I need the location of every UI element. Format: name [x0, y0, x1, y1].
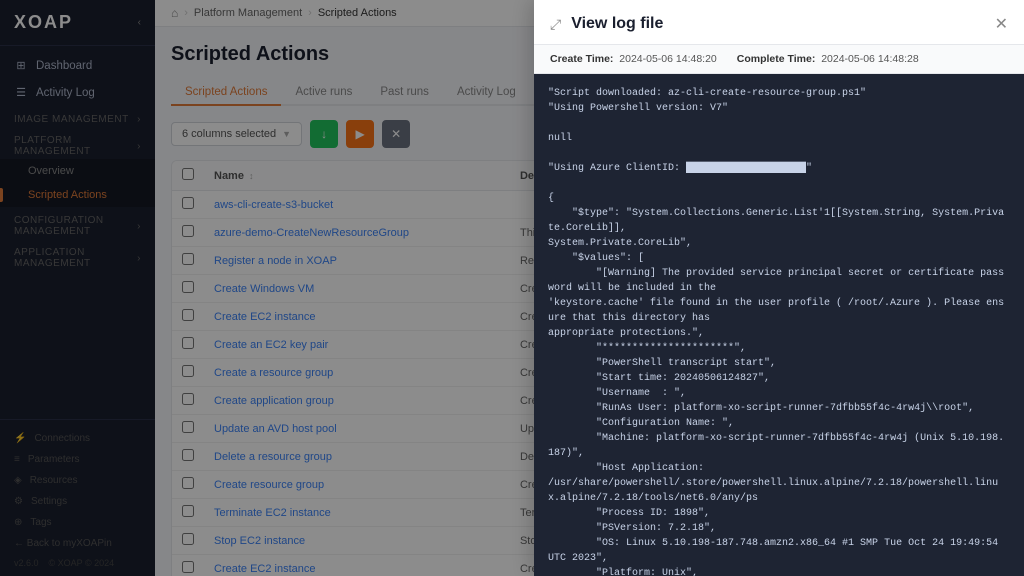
complete-time-value: 2024-05-06 14:48:28 — [821, 53, 919, 65]
complete-time-label-text: Complete Time: — [737, 53, 816, 65]
log-meta: Create Time: 2024-05-06 14:48:20 Complet… — [534, 45, 1024, 74]
log-panel: ⤢ View log file ✕ Create Time: 2024-05-0… — [534, 0, 1024, 576]
complete-time-label: Complete Time: 2024-05-06 14:48:28 — [737, 53, 919, 65]
expand-icon[interactable]: ⤢ — [550, 16, 561, 33]
overlay[interactable]: ⤢ View log file ✕ Create Time: 2024-05-0… — [0, 0, 1024, 576]
log-text: "Script downloaded: az-cli-create-resour… — [548, 86, 1010, 576]
close-icon[interactable]: ✕ — [995, 14, 1008, 34]
log-panel-header: ⤢ View log file ✕ — [534, 0, 1024, 45]
log-panel-title-wrap: View log file — [571, 15, 994, 33]
log-content-area: "Script downloaded: az-cli-create-resour… — [534, 74, 1024, 576]
create-time-label-text: Create Time: — [550, 53, 613, 65]
log-panel-title: View log file — [571, 15, 994, 33]
create-time-label: Create Time: 2024-05-06 14:48:20 — [550, 53, 717, 65]
create-time-value: 2024-05-06 14:48:20 — [619, 53, 717, 65]
